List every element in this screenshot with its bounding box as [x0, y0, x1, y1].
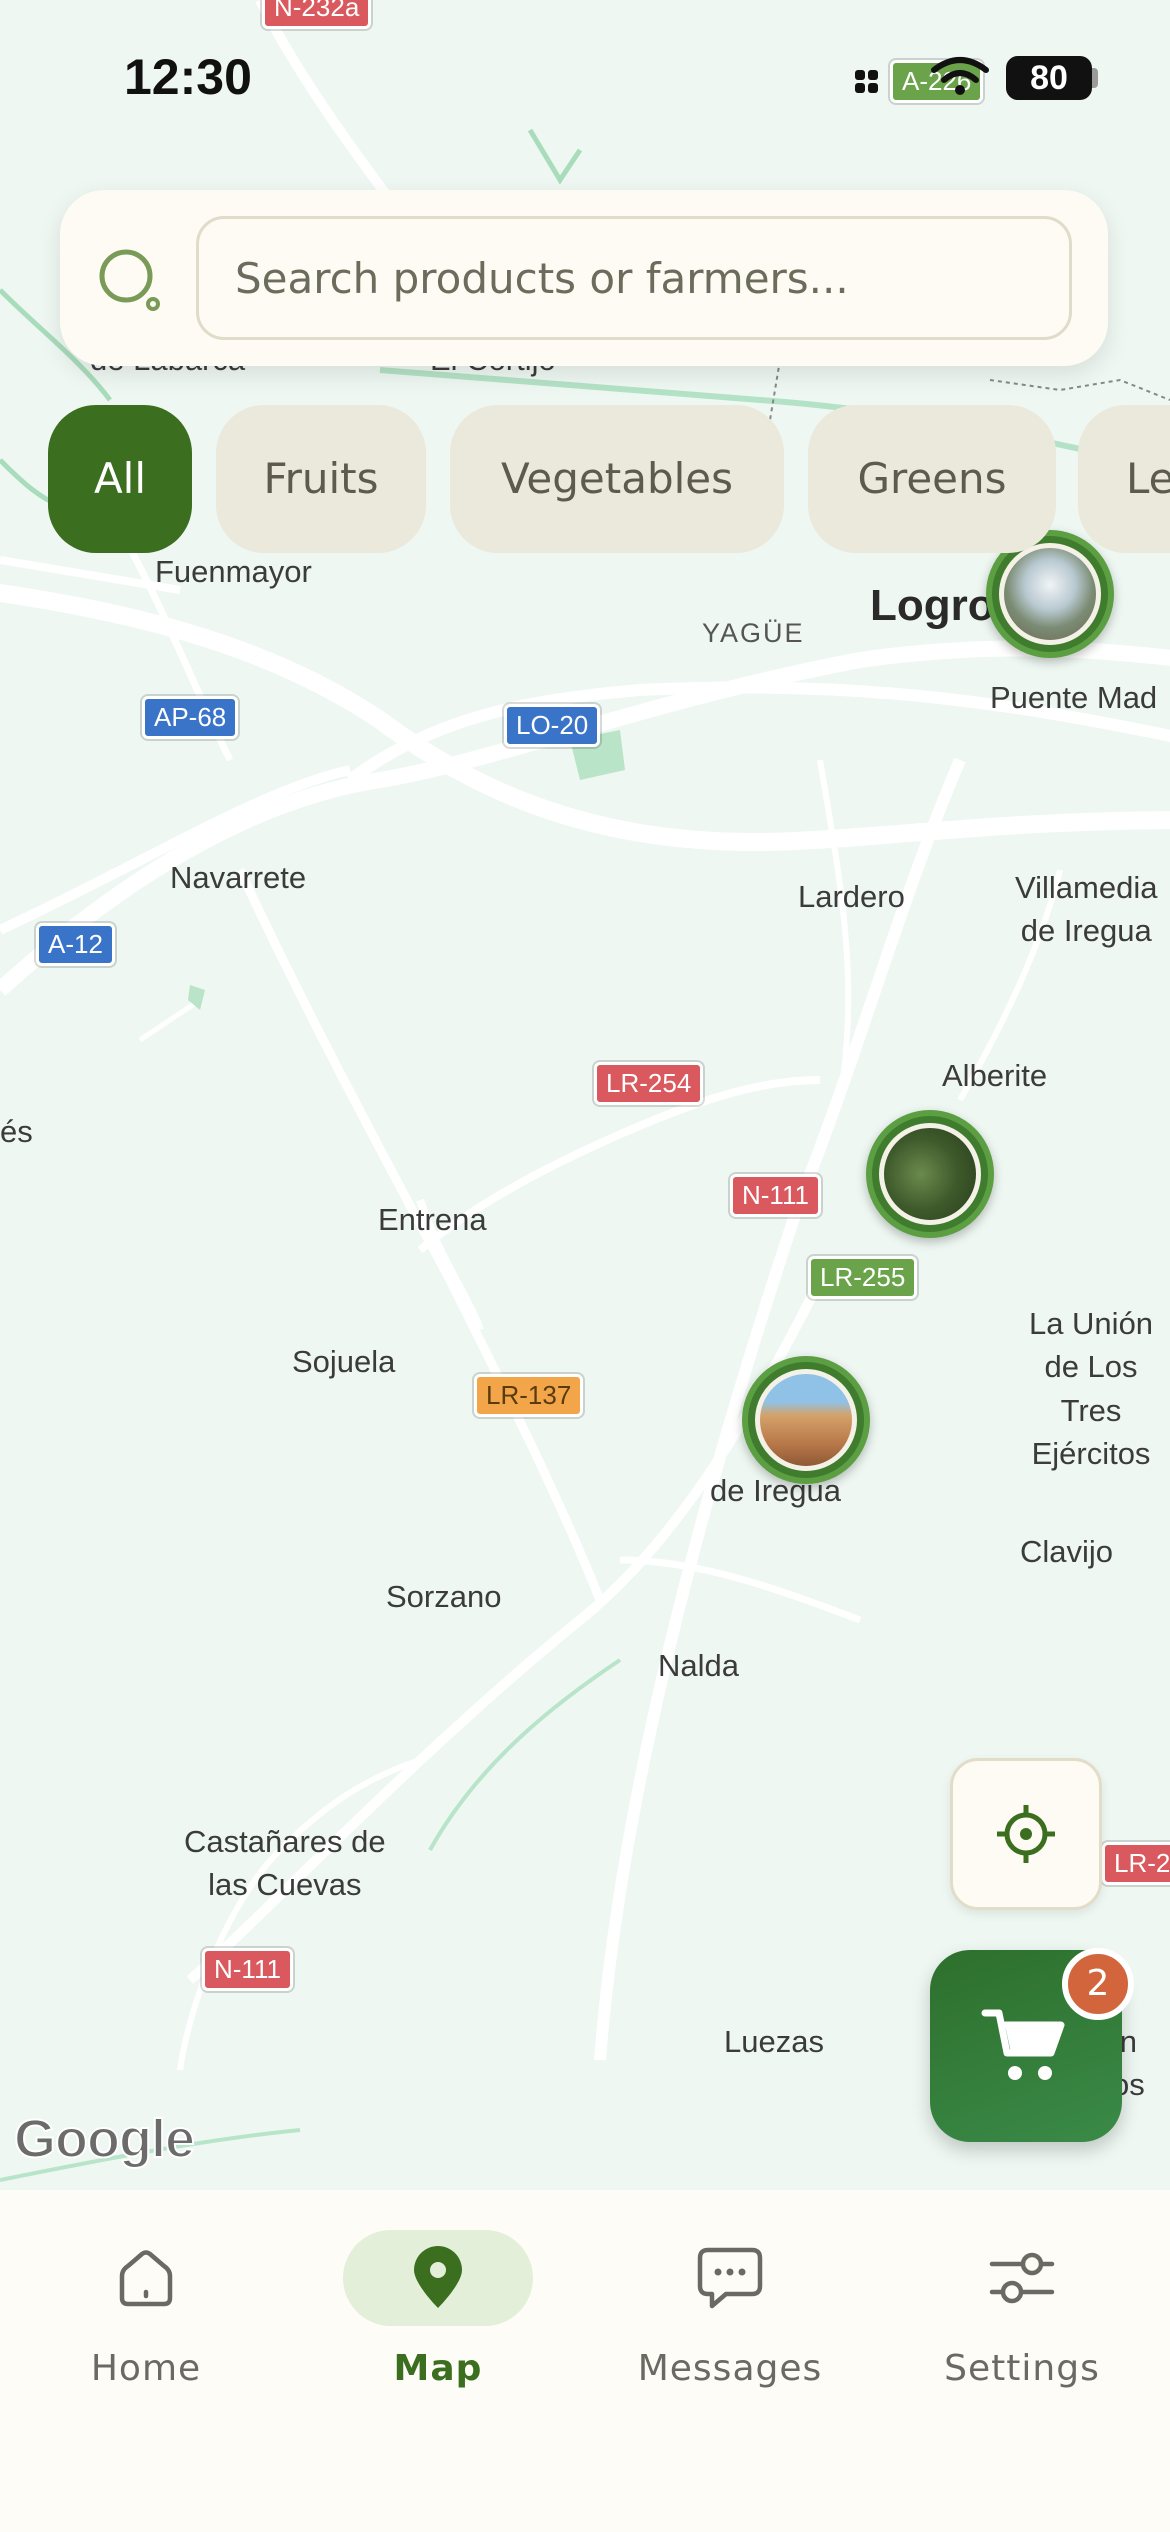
place-label: La Unión de Los Tres Ejércitos	[1028, 1306, 1154, 1472]
place-label: Lardero	[798, 879, 905, 914]
status-bar: 12:30 80	[0, 0, 1170, 150]
chip-vegetables[interactable]: Vegetables	[450, 405, 784, 553]
place-label: YAGÜE	[702, 618, 805, 648]
status-time: 12:30	[124, 49, 252, 105]
signal-icon	[855, 64, 879, 96]
tab-settings[interactable]: Settings	[876, 2230, 1168, 2410]
chip-fruits[interactable]: Fruits	[216, 405, 426, 553]
my-location-button[interactable]	[950, 1758, 1102, 1910]
battery-cap	[1092, 68, 1098, 88]
road-shield: N-111	[730, 1174, 821, 1217]
farmer-photo	[755, 1369, 857, 1471]
tab-label: Settings	[944, 2348, 1100, 2389]
farmer-map-pin[interactable]	[742, 1356, 870, 1506]
cart-count-badge: 2	[1062, 1948, 1134, 2020]
search-icon	[99, 249, 160, 311]
tab-label: Messages	[637, 2348, 823, 2389]
chip-all[interactable]: All	[48, 405, 192, 553]
road-shield: LO-20	[504, 704, 601, 747]
road-shield: LR-25	[1102, 1842, 1170, 1885]
road-shield: LR-254	[594, 1062, 704, 1105]
farmer-photo	[879, 1123, 981, 1225]
google-logo: Google	[13, 2108, 196, 2170]
place-label: Fuenmayor	[155, 554, 312, 589]
place-label: Luezas	[724, 2024, 824, 2059]
place-label: Clavijo	[1020, 1534, 1114, 1569]
tab-label: Home	[90, 2348, 202, 2389]
place-label: Sorzano	[386, 1579, 502, 1614]
road-shield: N-111	[202, 1948, 293, 1991]
road-shield: LR-255	[808, 1256, 918, 1299]
place-label: Nalda	[658, 1648, 739, 1683]
place-label-city: Logro	[870, 581, 995, 630]
crosshair-icon	[997, 1805, 1055, 1863]
search-input[interactable]	[196, 216, 1072, 340]
place-label: Puente Mad	[990, 680, 1158, 715]
place-label: és	[0, 1114, 33, 1149]
tab-label: Map	[393, 2348, 483, 2389]
tab-home[interactable]: Home	[0, 2230, 292, 2410]
place-label: Navarrete	[170, 860, 307, 895]
tab-map[interactable]: Map	[292, 2230, 584, 2410]
place-label: Alberite	[942, 1058, 1048, 1093]
place-label: Castañares de las Cuevas	[184, 1824, 386, 1903]
farmer-photo	[999, 543, 1101, 645]
search-bar	[60, 190, 1108, 366]
battery-indicator: 80	[1006, 56, 1092, 100]
road-shield: LR-137	[474, 1374, 584, 1417]
wifi-icon	[931, 57, 989, 95]
place-label: Entrena	[378, 1202, 487, 1237]
sliders-icon	[989, 2252, 1055, 2304]
bottom-tab-bar: Home Map Messages Settings	[0, 2190, 1170, 2532]
farmer-map-pin[interactable]	[866, 1110, 994, 1260]
chip-legumes[interactable]: Le	[1078, 405, 1170, 553]
chip-greens[interactable]: Greens	[808, 405, 1056, 553]
cart-icon	[981, 2009, 1065, 2080]
home-icon	[119, 2250, 173, 2307]
tab-messages[interactable]: Messages	[584, 2230, 876, 2410]
place-label: Villamedia de Iregua	[1015, 870, 1158, 949]
map-pin-icon	[414, 2246, 462, 2308]
message-icon	[697, 2247, 763, 2309]
road-shield: A-12	[36, 923, 115, 966]
road-shield: AP-68	[142, 696, 239, 739]
place-label: Sojuela	[292, 1344, 396, 1379]
